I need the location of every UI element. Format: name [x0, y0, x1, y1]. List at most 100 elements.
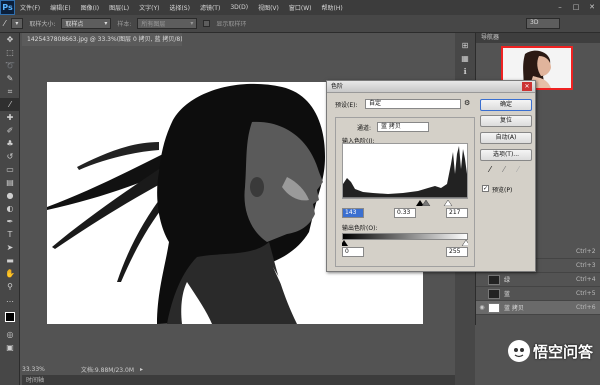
- sample-size-label: 取样大小:: [29, 21, 56, 28]
- menu-select[interactable]: 选择(S): [164, 3, 195, 12]
- menu-window[interactable]: 窗口(W): [284, 3, 317, 12]
- preset-options-icon[interactable]: ⚙: [464, 99, 470, 107]
- tool-preset-picker[interactable]: ▾: [11, 18, 24, 29]
- channel-row[interactable]: 绿 Ctrl+4: [476, 273, 600, 287]
- sample-value: 所有图层: [141, 21, 166, 28]
- histogram-graph: [343, 146, 467, 198]
- tools-panel: ✥ ⬚ ➰ ✎ ⌗ ⁄ ✚ ✐ ♣ ↺ ▭ ▤ ● ◐ ✒ T ➤ ▬ ✋ ⚲ …: [0, 33, 20, 385]
- navigator-panel-icon[interactable]: ⊞: [455, 39, 475, 52]
- dialog-title: 色阶: [327, 81, 535, 93]
- channel-row[interactable]: 蓝 Ctrl+5: [476, 287, 600, 301]
- photoshop-logo: Ps: [0, 0, 15, 15]
- channel-shortcut: Ctrl+3: [576, 262, 596, 269]
- options-button[interactable]: 选项(T)...: [480, 149, 532, 161]
- channel-thumbnail: [488, 288, 500, 299]
- output-sliders[interactable]: [342, 240, 468, 246]
- sample-size-value: 取样点: [65, 21, 84, 28]
- menu-bar: Ps 文件(F) 编辑(E) 图像(I) 图层(L) 文字(Y) 选择(S) 滤…: [0, 0, 600, 15]
- maximize-icon[interactable]: □: [568, 0, 584, 15]
- shape-tool-icon[interactable]: ▬: [0, 254, 20, 267]
- menu-help[interactable]: 帮助(H): [317, 3, 348, 12]
- ok-button[interactable]: 确定: [480, 99, 532, 111]
- pen-tool-icon[interactable]: ✒: [0, 215, 20, 228]
- watermark-logo-icon: [508, 340, 530, 362]
- output-gradient: [342, 233, 468, 240]
- close-icon[interactable]: ✕: [584, 0, 600, 15]
- eyedropper-tool-icon[interactable]: ⁄: [0, 98, 20, 111]
- input-white-field[interactable]: 217: [446, 208, 468, 218]
- show-ring-checkbox[interactable]: [203, 20, 211, 27]
- black-eyedropper-icon[interactable]: ⁄: [485, 165, 495, 175]
- output-white-field[interactable]: 255: [446, 247, 468, 257]
- gray-eyedropper-icon[interactable]: ⁄: [499, 165, 509, 175]
- crop-tool-icon[interactable]: ⌗: [0, 85, 20, 98]
- show-ring-label: 显示取样环: [216, 21, 247, 28]
- healing-tool-icon[interactable]: ✚: [0, 111, 20, 124]
- quick-select-tool-icon[interactable]: ✎: [0, 72, 20, 85]
- input-black-field[interactable]: 143: [342, 208, 364, 218]
- minimize-icon[interactable]: –: [552, 0, 568, 15]
- auto-button[interactable]: 自动(A): [480, 132, 532, 144]
- type-tool-icon[interactable]: T: [0, 228, 20, 241]
- channel-label: 通道:: [357, 125, 372, 132]
- path-select-tool-icon[interactable]: ➤: [0, 241, 20, 254]
- eraser-tool-icon[interactable]: ▭: [0, 163, 20, 176]
- eye-icon[interactable]: ◉: [476, 304, 488, 311]
- menu-filter[interactable]: 滤镜(T): [195, 3, 225, 12]
- input-gamma-field[interactable]: 0.33: [394, 208, 416, 218]
- watermark-text: 悟空问答: [533, 342, 594, 361]
- move-tool-icon[interactable]: ✥: [0, 33, 20, 46]
- lasso-tool-icon[interactable]: ➰: [0, 59, 20, 72]
- more-tools-icon[interactable]: …: [0, 293, 20, 306]
- preset-label: 预设(E):: [335, 102, 358, 109]
- marquee-tool-icon[interactable]: ⬚: [0, 46, 20, 59]
- reset-button[interactable]: 复位: [480, 115, 532, 127]
- channel-select[interactable]: 蓝 拷贝: [377, 122, 429, 132]
- close-icon[interactable]: ✕: [522, 82, 532, 91]
- channel-thumbnail: [488, 274, 500, 285]
- menu-3d[interactable]: 3D(D): [225, 4, 253, 11]
- preview-label: 预览(P): [492, 187, 513, 194]
- blur-tool-icon[interactable]: ●: [0, 189, 20, 202]
- chevron-right-icon[interactable]: ▸: [140, 366, 143, 373]
- zoom-tool-icon[interactable]: ⚲: [0, 280, 20, 293]
- menu-edit[interactable]: 编辑(E): [45, 3, 75, 12]
- menu-layer[interactable]: 图层(L): [104, 3, 134, 12]
- color-swatches-icon[interactable]: [0, 306, 20, 328]
- gradient-tool-icon[interactable]: ▤: [0, 176, 20, 189]
- white-eyedropper-icon[interactable]: ⁄: [513, 165, 523, 175]
- preset-select[interactable]: 自定: [365, 99, 461, 109]
- histogram: [342, 143, 468, 199]
- channel-row-active[interactable]: ◉ 蓝 拷贝 Ctrl+6: [476, 301, 600, 315]
- channel-name: 蓝 拷贝: [504, 305, 524, 312]
- menu-image[interactable]: 图像(I): [76, 3, 104, 12]
- menu-view[interactable]: 视图(V): [253, 3, 284, 12]
- zoom-level[interactable]: 33.33%: [22, 366, 45, 373]
- sample-size-select[interactable]: 取样点 ▾: [61, 18, 112, 29]
- options-bar: ⁄ ▾ 取样大小: 取样点 ▾ 样本: 所有图层 ▾ 显示取样环 3D: [0, 15, 600, 33]
- channel-name: 绿: [504, 277, 511, 284]
- channel-shortcut: Ctrl+4: [576, 276, 596, 283]
- output-black-field[interactable]: 0: [342, 247, 364, 257]
- dodge-tool-icon[interactable]: ◐: [0, 202, 20, 215]
- brush-tool-icon[interactable]: ✐: [0, 124, 20, 137]
- history-brush-tool-icon[interactable]: ↺: [0, 150, 20, 163]
- input-sliders[interactable]: [342, 200, 468, 206]
- document-tab[interactable]: 1425437808663.jpg @ 33.3%(图层 0 拷贝, 蓝 拷贝/…: [22, 33, 182, 46]
- preview-checkbox[interactable]: ✓: [482, 185, 489, 192]
- quick-mask-icon[interactable]: ◎: [0, 328, 20, 341]
- info-panel-icon[interactable]: ℹ: [455, 65, 475, 78]
- chevron-down-icon: ▾: [104, 20, 108, 27]
- navigator-tab[interactable]: 导航器: [476, 33, 600, 43]
- stamp-tool-icon[interactable]: ♣: [0, 137, 20, 150]
- menu-file[interactable]: 文件(F): [15, 3, 45, 12]
- watermark: 悟空问答: [508, 340, 593, 362]
- screen-mode-icon[interactable]: ▣: [0, 341, 20, 354]
- sample-select[interactable]: 所有图层 ▾: [137, 18, 198, 29]
- eyedropper-tool-icon[interactable]: ⁄: [4, 19, 5, 28]
- hand-tool-icon[interactable]: ✋: [0, 267, 20, 280]
- histogram-panel-icon[interactable]: ▦: [455, 52, 475, 65]
- workspace-select[interactable]: 3D: [526, 18, 560, 29]
- timeline-tab[interactable]: 时间轴: [22, 375, 462, 385]
- menu-type[interactable]: 文字(Y): [134, 3, 164, 12]
